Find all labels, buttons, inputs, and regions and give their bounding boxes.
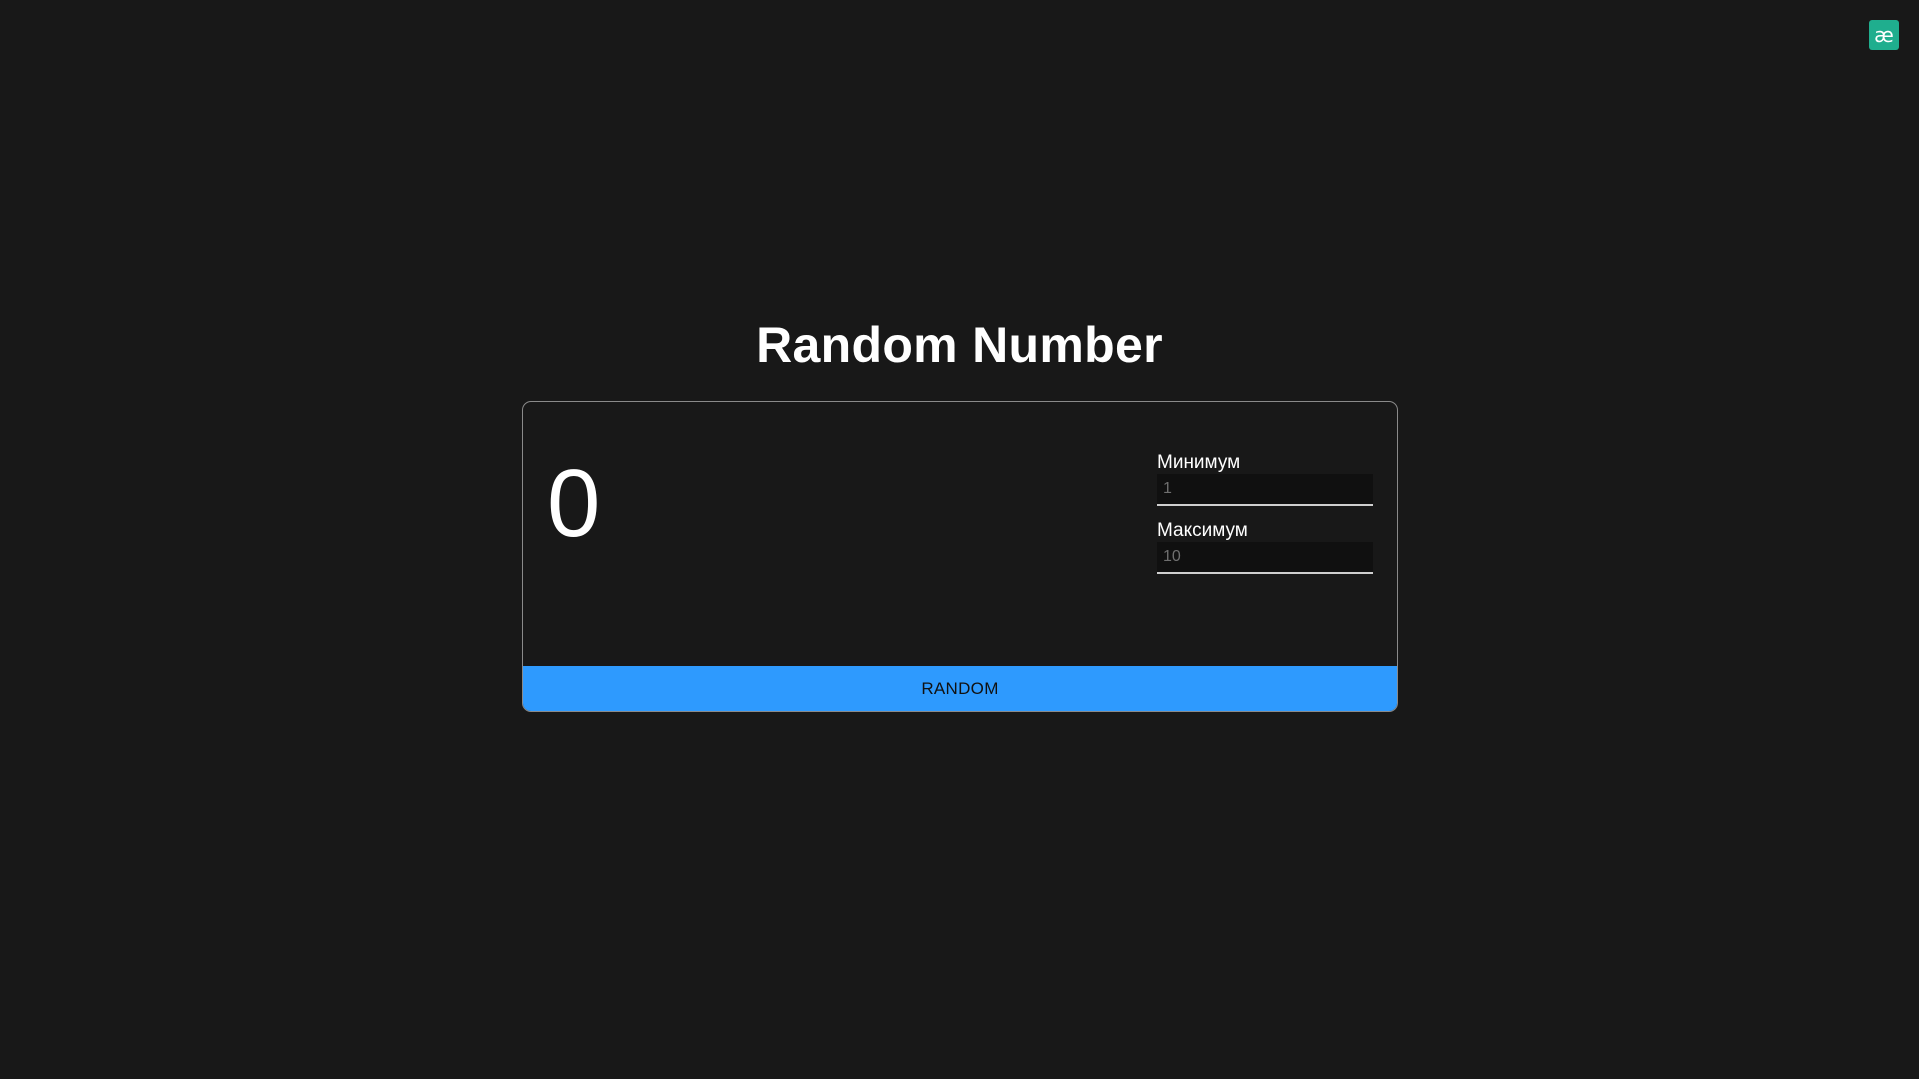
ae-logo-icon[interactable]: æ [1869,20,1899,50]
maximum-label: Максимум [1157,520,1248,541]
result-display: 0 [547,450,601,557]
range-fields: Минимум Максимум [1157,452,1373,588]
random-button[interactable]: RANDOM [523,666,1397,711]
random-number-card: 0 Минимум Максимум RANDOM [522,401,1398,712]
minimum-input[interactable] [1157,474,1373,506]
maximum-input[interactable] [1157,542,1373,574]
page-title: Random Number [756,317,1163,373]
minimum-label: Минимум [1157,452,1241,473]
page: æ Random Number 0 Минимум Максимум RANDO… [0,0,1919,1079]
